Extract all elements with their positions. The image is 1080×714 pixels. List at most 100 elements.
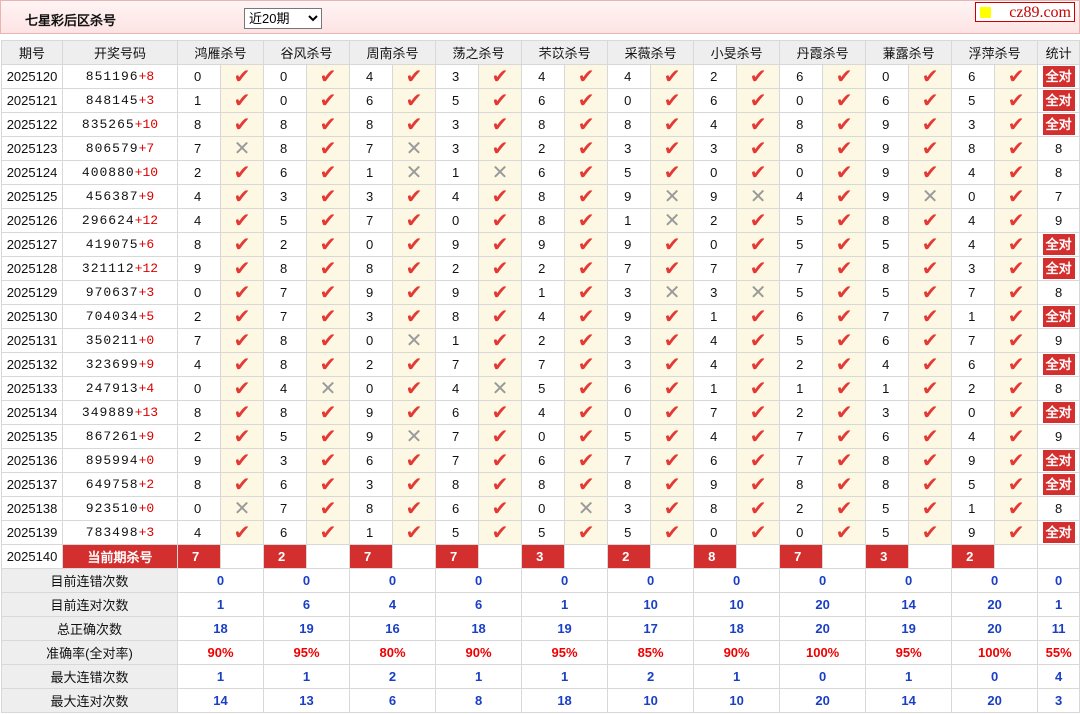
kill-value: 9 [521,232,566,257]
result-mark: ✔ [736,256,781,281]
check-icon: ✔ [663,353,681,376]
kill-value: 0 [435,208,480,233]
kill-value: 0 [521,496,566,521]
result-mark: ✔ [650,232,695,257]
result-mark: ✔ [306,232,351,257]
check-icon: ✔ [921,281,939,304]
kill-value: 4 [693,328,738,353]
stats-value: 6 [349,688,437,713]
check-icon: ✔ [835,401,853,424]
check-icon: ✔ [663,137,681,160]
check-icon: ✔ [663,305,681,328]
issue-cell: 2025123 [1,136,63,161]
kill-value: 1 [435,328,480,353]
main-numbers: 649758 [85,477,139,492]
check-icon: ✔ [491,329,509,352]
result-mark: ✔ [994,88,1039,113]
bonus-number: +10 [134,117,159,132]
stats-value: 0 [1037,568,1080,593]
result-mark: ✔ [736,520,781,545]
check-icon: ✔ [491,257,509,280]
result-mark: ✔ [219,184,265,209]
check-icon: ✔ [233,209,251,232]
check-icon: ✔ [319,233,337,256]
stats-row: 准确率(全对率) 90% 95% 80% 90% 95% 85% 90% 100% 95% 100%… [1,640,1080,665]
kill-value: 5 [779,280,824,305]
stat-cell: 8 [1037,376,1080,401]
table-row: 2025135 867261+9 2 ✔ 5 ✔ 9 ✕ 7 ✔ 0 ✔ 5 ✔ 4 ✔ 7 ✔ 6 ✔ 4 ✔ 9 [1,424,1080,449]
check-icon: ✔ [749,521,767,544]
stats-value: 1 [521,592,609,617]
check-icon: ✔ [663,161,681,184]
check-icon: ✔ [663,377,681,400]
check-icon: ✔ [233,377,251,400]
result-mark: ✔ [478,112,523,137]
result-mark: ✔ [736,400,781,425]
correct-count: 8 [1055,165,1063,180]
kill-value: 8 [865,256,910,281]
kill-value: 3 [435,136,480,161]
result-mark: ✔ [650,304,695,329]
stats-row: 最大连错次数 1 1 2 1 1 2 1 0 1 0 4 [1,664,1080,689]
result-mark: ✔ [908,208,953,233]
check-icon: ✔ [577,329,595,352]
check-icon: ✔ [663,425,681,448]
issue-cell: 2025128 [1,256,63,281]
check-icon: ✔ [577,65,595,88]
check-icon: ✔ [1007,161,1025,184]
result-mark: ✔ [908,520,953,545]
issue-cell: 2025126 [1,208,63,233]
kill-value: 4 [521,400,566,425]
check-icon: ✔ [835,353,853,376]
stats-value: 18 [176,616,265,641]
kill-value: 0 [779,88,824,113]
bonus-number: +10 [134,165,159,180]
kill-value: 6 [779,64,824,89]
result-mark: ✔ [478,280,523,305]
check-icon: ✔ [577,161,595,184]
kill-value: 3 [951,112,996,137]
stat-cell: 全对 [1037,256,1080,281]
result-mark: ✔ [822,520,867,545]
prize-number-cell: 323699+9 [62,352,178,377]
kill-value: 4 [693,352,738,377]
column-header: 周南杀号 [349,40,437,65]
check-icon: ✔ [319,89,337,112]
stats-value: 1 [263,664,351,689]
kill-value: 6 [951,352,996,377]
stats-value: 4 [349,592,437,617]
period-select[interactable]: 近20期 [244,8,322,29]
kill-value: 0 [779,160,824,185]
stat-cell: 9 [1037,424,1080,449]
check-icon: ✔ [491,113,509,136]
stats-value: 1 [435,664,523,689]
kill-value: 2 [693,64,738,89]
main-numbers: 867261 [85,429,139,444]
kill-value: 2 [521,136,566,161]
result-mark: ✔ [564,64,609,89]
result-mark: ✔ [306,256,351,281]
stats-value: 100% [951,640,1039,665]
check-icon: ✔ [577,185,595,208]
result-mark: ✔ [219,424,265,449]
site-logo[interactable]: cz89.com [975,2,1075,22]
current-kill-value: 2 [263,544,308,569]
main-numbers: 895994 [85,453,139,468]
kill-value: 3 [693,280,738,305]
result-mark: ✔ [564,376,609,401]
check-icon: ✔ [319,521,337,544]
bonus-number: +0 [138,501,155,516]
stats-value: 20 [951,592,1039,617]
result-mark: ✕ [392,136,437,161]
check-icon: ✔ [921,425,939,448]
result-mark: ✔ [908,376,953,401]
check-icon: ✔ [577,113,595,136]
check-icon: ✔ [405,449,423,472]
kill-value: 6 [263,472,308,497]
check-icon: ✔ [405,113,423,136]
result-mark: ✔ [564,232,609,257]
current-kill-value: 7 [435,544,480,569]
result-mark: ✔ [478,88,523,113]
check-icon: ✔ [749,329,767,352]
main-numbers: 419075 [85,237,139,252]
